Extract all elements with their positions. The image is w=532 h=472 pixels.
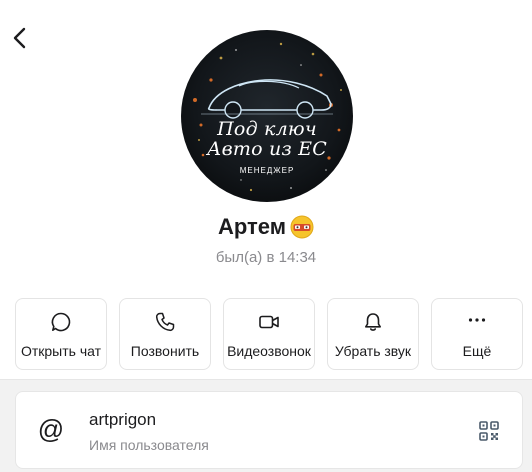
username-card[interactable]: @ artprigon Имя пользователя [15, 391, 523, 469]
mute-button[interactable]: Убрать звук [327, 298, 419, 370]
avatar-background [181, 30, 353, 202]
chat-bubble-icon [51, 312, 71, 332]
phone-icon [155, 312, 175, 332]
more-label: Ещё [462, 343, 492, 359]
last-seen-status: был(а) в 14:34 [215, 249, 317, 266]
more-dots-icon [468, 318, 486, 322]
avatar[interactable]: Под ключ Авто из ЕС МЕНЕДЖЕР [181, 30, 353, 202]
qr-code-icon [479, 421, 499, 441]
avatar-text-line3: МЕНЕДЖЕР [239, 166, 295, 175]
avatar-text-line2: Авто из ЕС [207, 138, 327, 160]
name-row: Артем [0, 214, 532, 240]
open-chat-button[interactable]: Открыть чат [15, 298, 107, 370]
qr-code-button[interactable] [478, 420, 500, 442]
video-camera-icon [259, 315, 279, 329]
back-button[interactable] [6, 24, 34, 52]
username-caption: Имя пользователя [89, 437, 209, 453]
bell-icon [365, 313, 381, 331]
more-button[interactable]: Ещё [431, 298, 523, 370]
chevron-left-icon [13, 27, 26, 49]
open-chat-label: Открыть чат [20, 343, 102, 359]
contact-name: Артем [217, 214, 287, 239]
avatar-text-line1: Под ключ [217, 118, 317, 140]
call-button[interactable]: Позвонить [119, 298, 211, 370]
action-bar: Открыть чат Позвонить Видеозвонок Убрать… [15, 298, 523, 370]
mute-label: Убрать звук [334, 343, 412, 359]
video-call-label: Видеозвонок [227, 343, 311, 359]
call-label: Позвонить [130, 343, 200, 359]
car-face-emoji-icon [290, 215, 314, 239]
video-call-button[interactable]: Видеозвонок [223, 298, 315, 370]
at-sign-icon: @ [37, 414, 65, 444]
username-value: artprigon [89, 410, 157, 429]
